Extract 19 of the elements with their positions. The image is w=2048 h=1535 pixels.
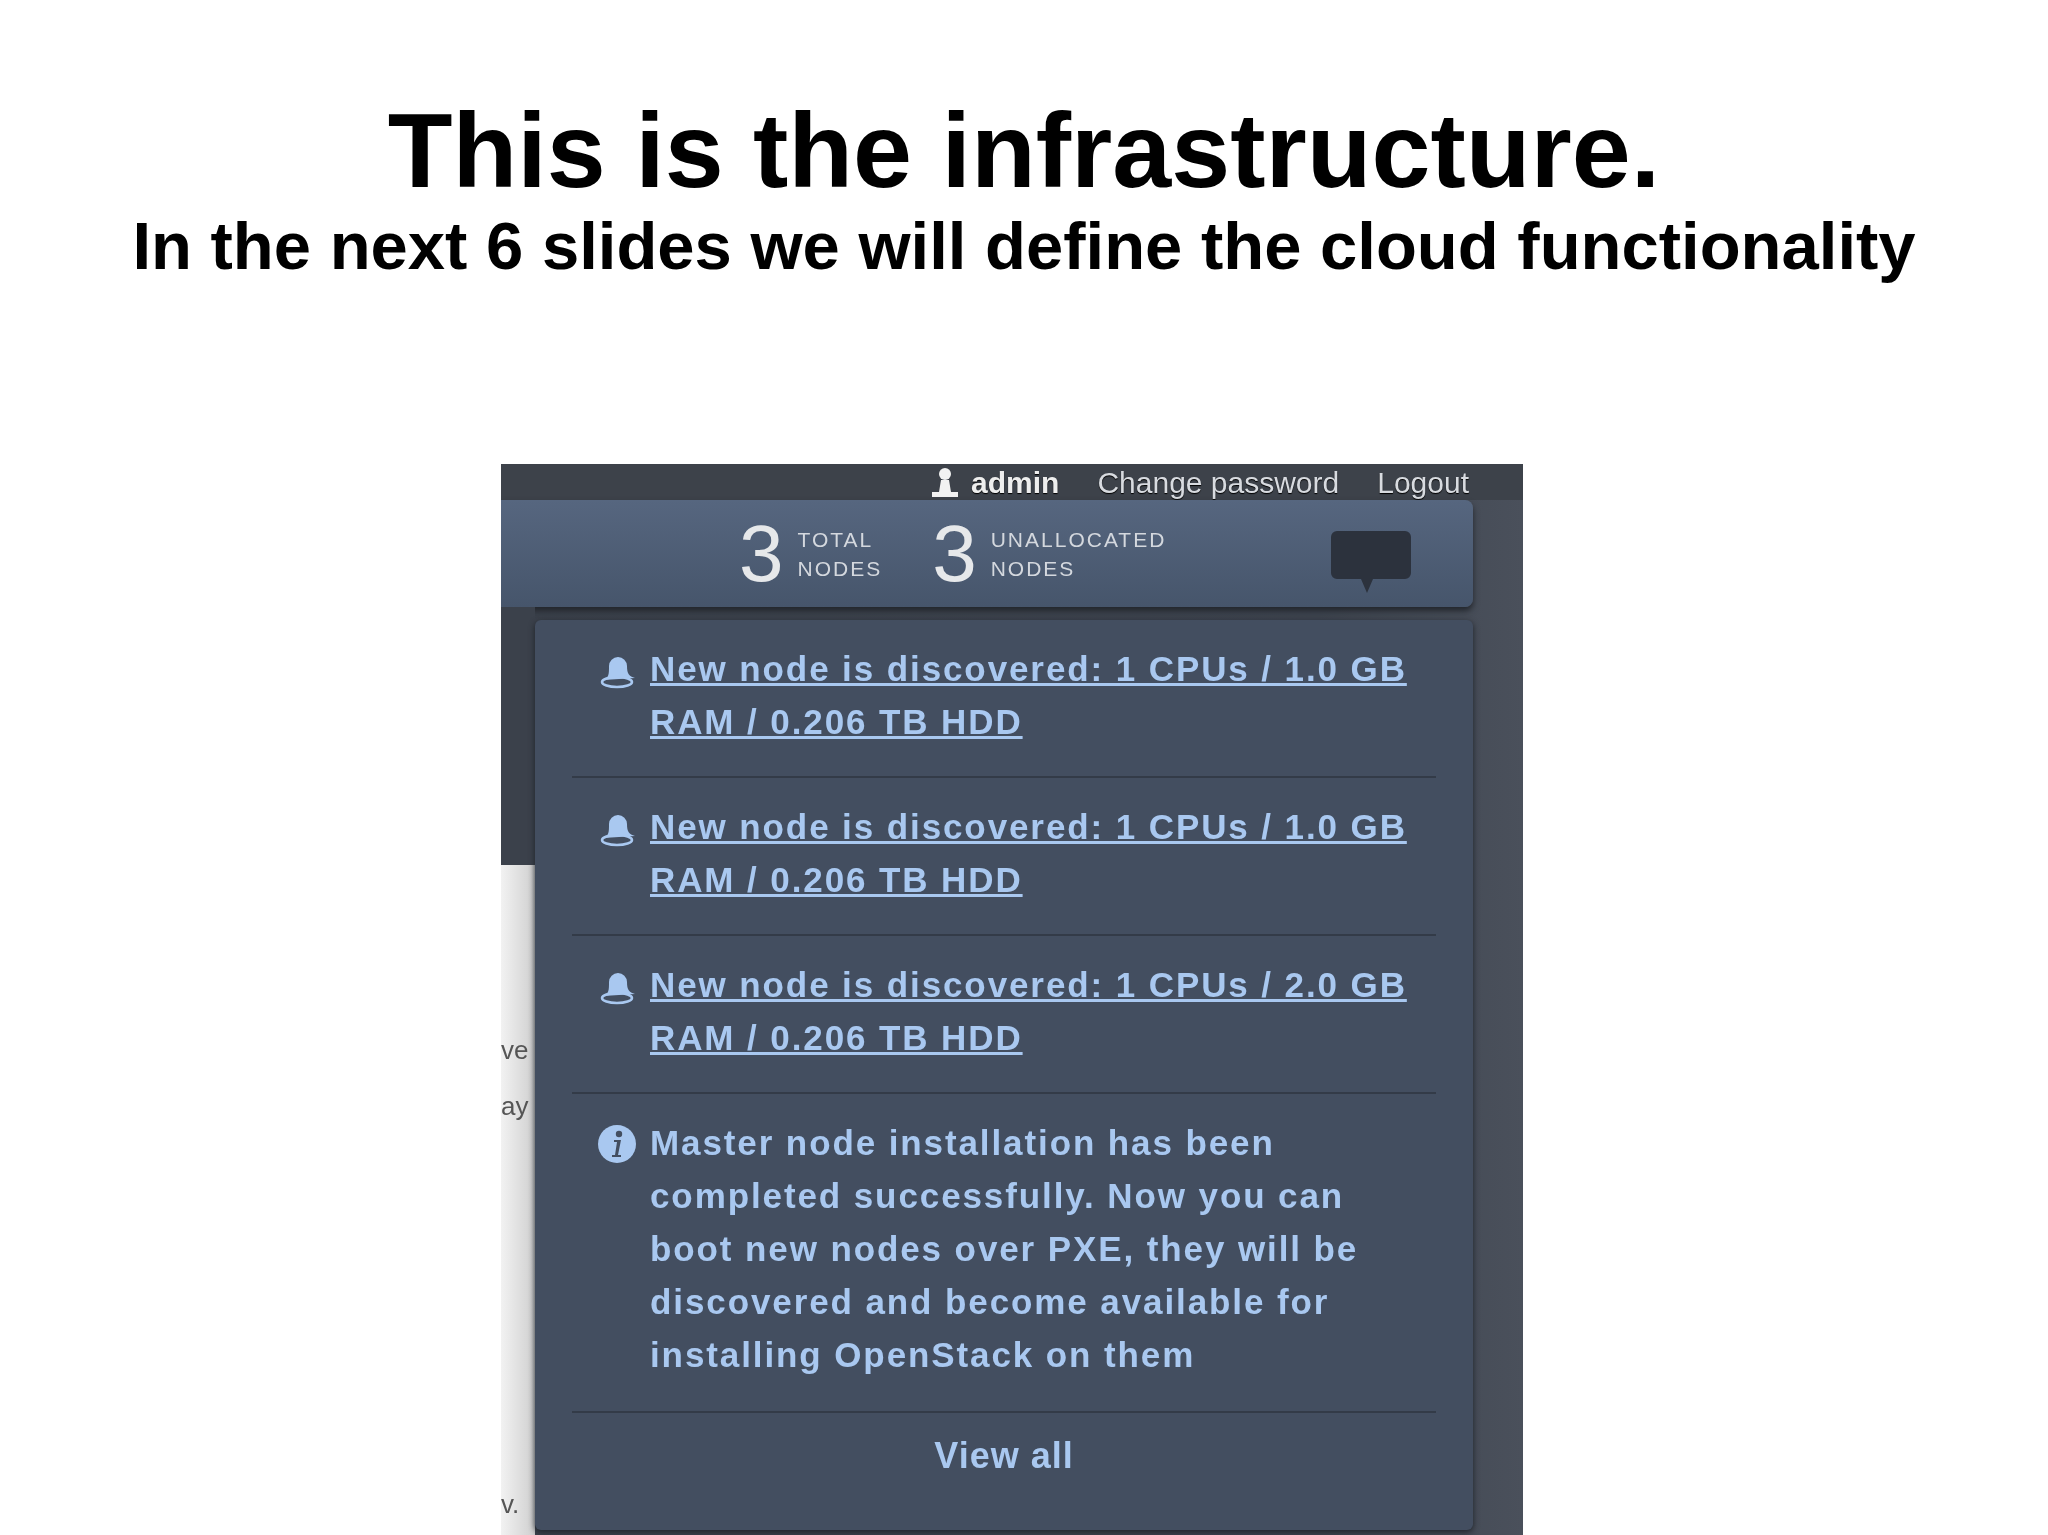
notification-link[interactable]: New node is discovered: 1 CPUs / 2.0 GB RAM / 0.206 TB HDD — [650, 958, 1425, 1064]
stat-label: TOTAL NODES — [797, 526, 883, 582]
notification-link[interactable]: New node is discovered: 1 CPUs / 1.0 GB RAM / 0.206 TB HDD — [650, 800, 1425, 906]
notification-link[interactable]: New node is discovered: 1 CPUs / 1.0 GB RAM / 0.206 TB HDD — [650, 642, 1425, 748]
stat-value: 3 — [739, 513, 784, 594]
username[interactable]: admin — [971, 466, 1060, 500]
stat-value: 3 — [932, 513, 977, 594]
info-icon — [597, 1124, 637, 1164]
stat-label: UNALLOCATED NODES — [990, 526, 1167, 582]
header-link[interactable]: Change password — [1097, 466, 1340, 500]
view-all-link[interactable]: View all — [934, 1435, 1074, 1477]
chat-icon[interactable] — [1331, 530, 1411, 593]
slide-subtitle: In the next 6 slides we will define the cloud functionality — [132, 208, 1916, 284]
background-text: ve — [501, 1034, 529, 1067]
header-link[interactable]: Logout — [1377, 466, 1469, 500]
notification-text: Master node installation has been completed successfully. Now you can boot new nodes over PXE, they will be discovered and become available for installing OpenStack on them — [650, 1122, 1360, 1376]
background-text: v. — [501, 1488, 520, 1521]
background-text: ay — [501, 1090, 529, 1123]
slide-title: This is the infrastructure. — [387, 92, 1661, 208]
